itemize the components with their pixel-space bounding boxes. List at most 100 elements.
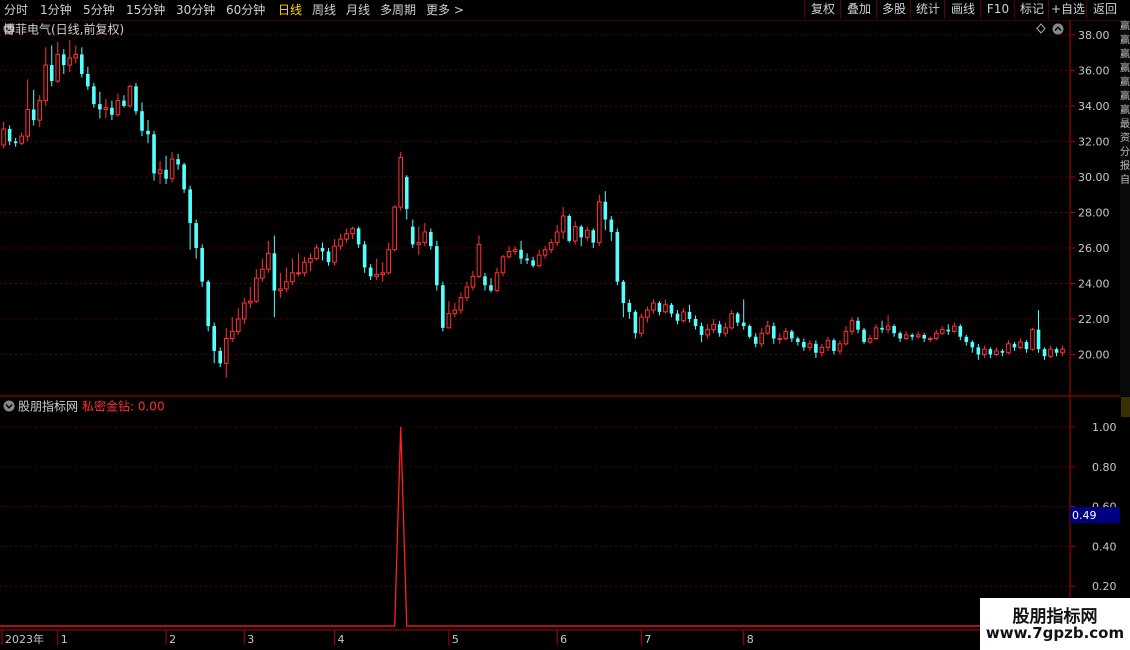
date-label: 1 xyxy=(61,633,68,646)
multi-stock-button[interactable]: 多股 xyxy=(876,0,911,19)
candle-body-up xyxy=(951,325,957,332)
period-tab-monthly[interactable]: 月线 xyxy=(346,1,370,19)
candle-body-up xyxy=(837,343,843,352)
add-watchlist-button[interactable]: +自选 xyxy=(1048,0,1087,19)
price-gridlines xyxy=(0,34,1068,355)
price-tick-label: 28.00 xyxy=(1078,206,1110,219)
indicator-name: 股朋指标网 xyxy=(18,399,78,414)
chart-collapse-icon[interactable] xyxy=(1052,23,1064,35)
candlestick-chart[interactable]: 38.00 36.00 34.00 32.00 30.00 28.00 26.00 24.00… xyxy=(0,20,1120,397)
candle-body-up xyxy=(229,330,235,340)
candle-body-up xyxy=(512,249,518,253)
candle-body-up xyxy=(350,227,355,235)
candle-body-up xyxy=(392,206,398,251)
candle-body-up xyxy=(849,320,855,332)
candle-body-up xyxy=(169,158,175,180)
side-label: 赢 xyxy=(1120,63,1130,74)
candle-body-up xyxy=(560,215,566,233)
candle-body-down xyxy=(880,327,884,330)
candle-body-down xyxy=(152,134,156,174)
candle-body-down xyxy=(441,285,445,328)
candle-body-up xyxy=(506,251,512,258)
candle-body-up xyxy=(157,169,163,174)
candle-body-up xyxy=(1006,343,1011,354)
candle-body-up xyxy=(266,252,271,270)
overlay-button[interactable]: 叠加 xyxy=(840,0,877,19)
indicator-tick-label: 0.80 xyxy=(1092,461,1117,474)
candle-body-down xyxy=(591,230,596,243)
candle-body-down xyxy=(910,334,914,337)
period-tab-intraday[interactable]: 分时 xyxy=(4,1,28,19)
candle-body-up xyxy=(1,128,6,146)
price-tick-label: 36.00 xyxy=(1078,64,1110,77)
candle-body-down xyxy=(182,164,186,190)
price-tick-label: 34.00 xyxy=(1078,100,1110,113)
candle-body-up xyxy=(43,64,49,102)
candle-body-down xyxy=(519,249,523,259)
draw-line-button[interactable]: 画线 xyxy=(944,0,981,19)
period-tab-60min[interactable]: 60分钟 xyxy=(226,1,265,19)
candle-body-up xyxy=(398,156,404,208)
price-tick-label: 24.00 xyxy=(1078,277,1110,290)
price-tick-label: 20.00 xyxy=(1078,348,1110,361)
price-tick-label: 32.00 xyxy=(1078,135,1110,148)
indicator-menu-icon[interactable] xyxy=(3,400,15,412)
right-side-panel[interactable]: 赢 赢 赢 赢 赢 赢 赢 最 资 分 报 自 xyxy=(1120,20,1130,396)
candle-body-up xyxy=(584,229,590,238)
candle-body-up xyxy=(639,316,644,334)
candle-body-up xyxy=(1030,329,1035,350)
price-tick-label: 26.00 xyxy=(1078,242,1110,255)
candle-body-up xyxy=(260,268,265,279)
candle-body-up xyxy=(681,311,686,322)
candle-body-down xyxy=(212,326,217,351)
candle-body-up xyxy=(873,327,879,340)
side-label: 赢 xyxy=(1120,49,1130,60)
indicator-series-label: 私密金钻: 0.00 xyxy=(82,399,165,414)
back-button[interactable]: 返回 xyxy=(1086,0,1123,19)
candle-body-up xyxy=(37,100,43,121)
mark-button[interactable]: 标记 xyxy=(1014,0,1049,19)
candle-body-up xyxy=(1018,341,1023,348)
period-tab-15min[interactable]: 15分钟 xyxy=(126,1,165,19)
candle-body-down xyxy=(61,54,66,66)
candle-body-down xyxy=(699,326,704,335)
candle-body-up xyxy=(386,249,391,274)
period-tab-daily[interactable]: 日线 xyxy=(278,1,302,19)
candle-body-down xyxy=(146,130,150,135)
candle-body-down xyxy=(194,223,198,248)
candle-body-down xyxy=(657,302,662,312)
period-tab-30min[interactable]: 30分钟 xyxy=(176,1,215,19)
period-tab-multi[interactable]: 多周期 xyxy=(380,1,416,19)
candle-body-down xyxy=(98,104,102,110)
candle-body-up xyxy=(645,309,650,318)
side-label: 赢 xyxy=(1120,91,1130,102)
date-axis: 2023年 1 2 3 4 5 6 7 8 xyxy=(1,630,754,646)
period-tab-1min[interactable]: 1分钟 xyxy=(40,1,72,19)
candle-body-up xyxy=(103,107,109,110)
statistics-button[interactable]: 统计 xyxy=(910,0,945,19)
candle-body-down xyxy=(1000,350,1005,353)
candle-body-down xyxy=(404,176,409,209)
date-label: 5 xyxy=(452,633,459,646)
period-tab-5min[interactable]: 5分钟 xyxy=(83,1,115,19)
candle-body-down xyxy=(633,311,638,334)
chart-options-icon[interactable] xyxy=(1036,23,1046,34)
adjust-button[interactable]: 复权 xyxy=(804,0,841,19)
period-tab-weekly[interactable]: 周线 xyxy=(312,1,336,19)
candle-body-up xyxy=(1048,348,1053,357)
side-label: 资 xyxy=(1120,133,1130,144)
candle-body-up xyxy=(452,309,458,315)
candle-body-down xyxy=(356,228,361,245)
candle-body-up xyxy=(446,313,452,329)
f10-button[interactable]: F10 xyxy=(980,0,1015,19)
candle-body-up xyxy=(729,313,734,329)
candle-body-up xyxy=(548,242,554,251)
candle-body-down xyxy=(970,342,975,348)
candle-body-down xyxy=(832,340,836,351)
candle-body-up xyxy=(705,329,710,336)
candle-body-up xyxy=(374,274,379,277)
indicator-chart[interactable]: 1.000.800.600.400.20 股朋指标网 私密金钻: 0.00 0.… xyxy=(0,397,1130,650)
side-label: 自 xyxy=(1120,175,1130,186)
candle-body-down xyxy=(164,169,168,179)
period-tab-more[interactable]: 更多 > xyxy=(426,1,464,19)
